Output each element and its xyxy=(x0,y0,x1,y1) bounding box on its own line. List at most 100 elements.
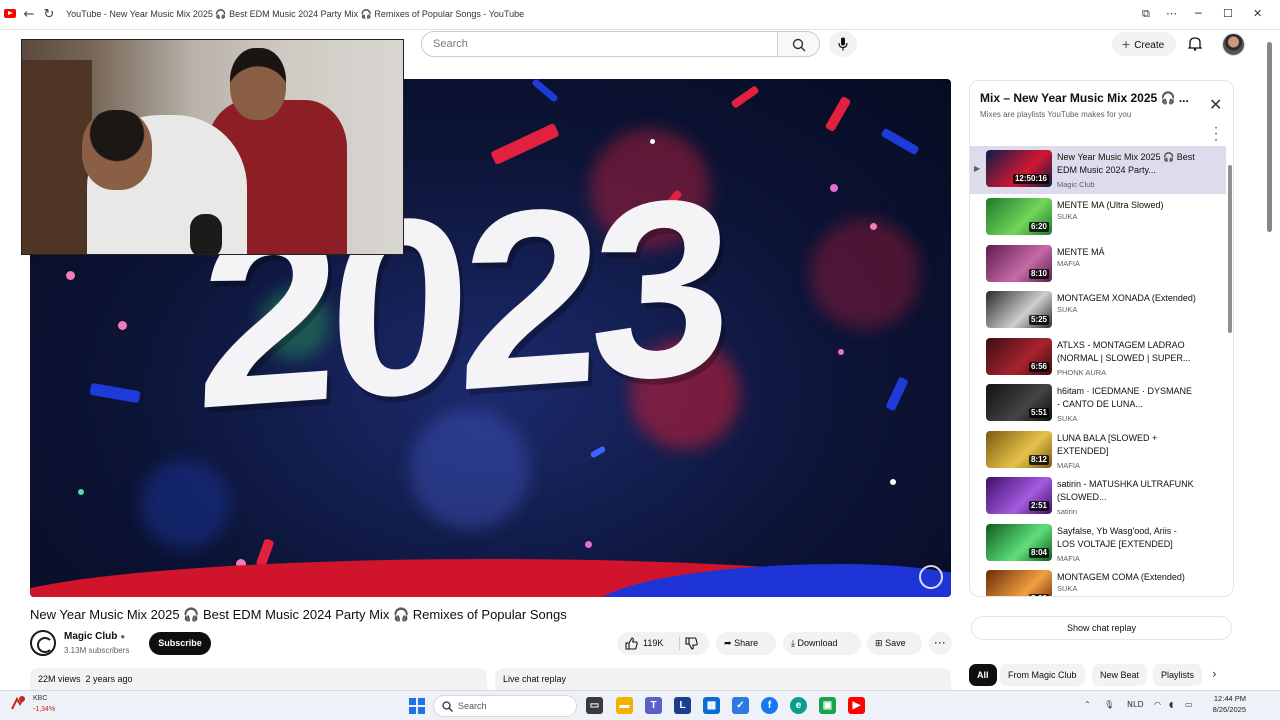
more-options-icon[interactable]: ⋯ xyxy=(1166,7,1177,20)
playlist-item-thumbnail[interactable]: 8:10 xyxy=(986,244,1052,282)
video-title: New Year Music Mix 2025 🎧 Best EDM Music… xyxy=(30,607,567,622)
playlist-scrollbar[interactable] xyxy=(1228,153,1232,593)
playlist-item[interactable]: ▶ 12:50:16 New Year Music Mix 2025 🎧 Best … xyxy=(970,146,1226,194)
playlist-item-channel: MAFIA xyxy=(1057,258,1080,268)
chevron-right-icon[interactable]: › xyxy=(1212,667,1217,681)
more-actions-icon[interactable]: ··· xyxy=(929,632,952,655)
playlist-item-title[interactable]: MONTAGEM XONADA (Extended) xyxy=(1057,292,1197,305)
playlist-item-thumbnail[interactable]: 5:25 xyxy=(986,291,1052,328)
playlist-item-title[interactable]: MONTAGEM COMA (Extended) xyxy=(1057,571,1197,584)
account-avatar[interactable] xyxy=(1222,33,1245,56)
youtube-app-icon[interactable]: ▶ xyxy=(848,697,865,714)
edge-browser-icon[interactable]: e xyxy=(790,697,807,714)
playlist-item[interactable]: 5:51 h6itam · ICEDMANE · DYSMANE - CANTO … xyxy=(970,380,1226,427)
playlist-item-title[interactable]: LUNA BALA [SLOWED + EXTENDED] xyxy=(1057,432,1197,458)
windows-start-icon[interactable] xyxy=(409,698,425,714)
channel-avatar[interactable] xyxy=(30,630,56,656)
confetti-piece xyxy=(880,127,920,156)
clock-date[interactable]: 8/26/2025 xyxy=(1198,705,1246,714)
minimize-icon[interactable]: ─ xyxy=(1195,7,1202,20)
page-scrollbar[interactable] xyxy=(1266,30,1274,690)
reload-icon[interactable]: ↻ xyxy=(40,6,58,24)
l-app-icon[interactable]: L xyxy=(674,697,691,714)
chip-playlists[interactable]: Playlists xyxy=(1153,664,1203,686)
store-app-icon[interactable]: ▦ xyxy=(703,697,720,714)
playlist-scrollbar-thumb[interactable] xyxy=(1228,165,1232,333)
playlist-item[interactable]: 2:51 satirin - MATUSHKA ULTRAFUNK (SLOWED… xyxy=(970,473,1226,520)
playlist-item[interactable]: 8:10 MENTE MÁ MAFIA xyxy=(970,241,1226,288)
playlist-item-thumbnail[interactable]: 5:23 xyxy=(986,570,1052,596)
playlist-item-thumbnail[interactable]: 5:51 xyxy=(986,384,1052,421)
playlist-item-thumbnail[interactable]: 6:56 xyxy=(986,337,1052,375)
app-window: ← ↻ YouTube - New Year Music Mix 2025 🎧 … xyxy=(0,0,1280,720)
playlist-title: Mix – New Year Music Mix 2025 🎧 ... xyxy=(980,91,1189,105)
app-menu-icon[interactable]: ⧉ xyxy=(1142,7,1150,21)
webcam-person-seated-head xyxy=(82,110,152,190)
playlist-item-title[interactable]: h6itam · ICEDMANE · DYSMANE - CANTO DE L… xyxy=(1057,385,1197,411)
show-chat-replay-button[interactable]: Show chat replay xyxy=(971,616,1232,640)
playlist-item-title[interactable]: MENTE MA (Ultra Slowed) xyxy=(1057,199,1197,212)
teams-icon[interactable]: T xyxy=(645,697,662,714)
search-button[interactable] xyxy=(777,31,820,57)
playlist-item-title[interactable]: New Year Music Mix 2025 🎧 Best EDM Music… xyxy=(1057,151,1197,177)
todo-icon[interactable]: ✓ xyxy=(732,697,749,714)
chip-from-magic-club[interactable]: From Magic Club xyxy=(1000,664,1085,686)
file-explorer-icon[interactable]: ▬ xyxy=(616,697,633,714)
task-view-icon[interactable]: ▭ xyxy=(586,697,603,714)
playlist-item[interactable]: 8:12 LUNA BALA [SLOWED + EXTENDED] MAFIA xyxy=(970,427,1226,474)
facebook-icon[interactable]: f xyxy=(761,697,778,714)
live-chat-replay-panel[interactable]: Live chat replay xyxy=(495,668,951,690)
taskbar-search-input[interactable]: Search xyxy=(433,695,577,717)
voice-search-button[interactable] xyxy=(829,31,857,57)
clock-time[interactable]: 12:44 PM xyxy=(1206,694,1246,703)
playlist-item[interactable]: 6:56 ATLXS - MONTAGEM LADRAO (NORMAL | SL… xyxy=(970,334,1226,381)
save-button[interactable]: ⊞ Save xyxy=(867,632,922,655)
chip-new-beat[interactable]: New Beat xyxy=(1092,664,1148,686)
search-input[interactable]: Search xyxy=(421,31,778,57)
notifications-bell-icon[interactable] xyxy=(1188,36,1202,51)
dislike-icon[interactable] xyxy=(685,632,698,655)
playlist-item-title[interactable]: MENTE MÁ xyxy=(1057,246,1197,259)
channel-name-link[interactable]: Magic Club ● xyxy=(64,631,125,642)
playlist-item-thumbnail[interactable]: 2:51 xyxy=(986,477,1052,514)
share-button[interactable]: ➦ Share xyxy=(716,632,776,655)
tray-microphone-icon[interactable]: 🎙 xyxy=(1104,700,1114,709)
playlist-item-title[interactable]: satirin - MATUSHKA ULTRAFUNK (SLOWED... xyxy=(1057,478,1197,504)
language-indicator[interactable]: NLD xyxy=(1127,700,1144,709)
playlist-item[interactable]: 6:20 MENTE MA (Ultra Slowed) SUKA xyxy=(970,194,1226,241)
playlist-item-title[interactable]: Sayfalse, Yb Wasg'ood, Ariis - LOS VOLTA… xyxy=(1057,525,1197,551)
youtube-favicon-icon xyxy=(4,9,16,18)
playlist-item-thumbnail[interactable]: 12:50:16 xyxy=(986,150,1052,187)
battery-icon[interactable]: ▭ xyxy=(1185,700,1193,709)
download-button[interactable]: ⤓ Download xyxy=(783,632,861,655)
like-icon[interactable] xyxy=(625,632,638,655)
chip-all[interactable]: All xyxy=(969,664,997,686)
maximize-icon[interactable]: ☐ xyxy=(1223,7,1233,20)
playlist-item[interactable]: 5:25 MONTAGEM XONADA (Extended) SUKA xyxy=(970,287,1226,334)
playlist-item-title[interactable]: ATLXS - MONTAGEM LADRAO (NORMAL | SLOWED… xyxy=(1057,339,1197,365)
playlist-item-thumbnail[interactable]: 8:12 xyxy=(986,430,1052,468)
webcam-person-standing-head xyxy=(230,48,286,120)
wifi-icon[interactable]: ◠ xyxy=(1154,700,1161,709)
tray-chevron-up-icon[interactable]: ⌃ xyxy=(1084,700,1091,709)
description-box[interactable]: 22M views 2 years ago xyxy=(30,668,487,690)
playlist-item-duration: 5:51 xyxy=(1028,408,1049,418)
taskbar-search-icon xyxy=(442,701,453,712)
channel-watermark-icon[interactable] xyxy=(919,565,943,589)
playlist-menu-icon[interactable]: · · · xyxy=(1213,122,1219,146)
playlist-item-thumbnail[interactable]: 6:20 xyxy=(986,198,1052,235)
playlist-item[interactable]: 5:23 MONTAGEM COMA (Extended)SUKA xyxy=(970,566,1226,596)
stock-alert-icon[interactable] xyxy=(10,695,26,711)
playlist-item[interactable]: 8:04 Sayfalse, Yb Wasg'ood, Ariis - LOS V… xyxy=(970,520,1226,567)
green-app-icon[interactable]: ▣ xyxy=(819,697,836,714)
playlist-item-thumbnail[interactable]: 8:04 xyxy=(986,523,1052,561)
close-playlist-icon[interactable]: ✕ xyxy=(1209,95,1222,114)
page-scrollbar-thumb[interactable] xyxy=(1267,42,1272,232)
download-label: Download xyxy=(797,638,838,648)
subscribe-button[interactable]: Subscribe xyxy=(149,632,211,655)
back-icon[interactable]: ← xyxy=(20,6,38,24)
confetti-piece xyxy=(885,376,909,412)
close-window-icon[interactable]: ✕ xyxy=(1253,7,1262,20)
create-button[interactable]: + Create xyxy=(1112,32,1176,56)
volume-icon[interactable]: ◖ xyxy=(1169,700,1173,709)
